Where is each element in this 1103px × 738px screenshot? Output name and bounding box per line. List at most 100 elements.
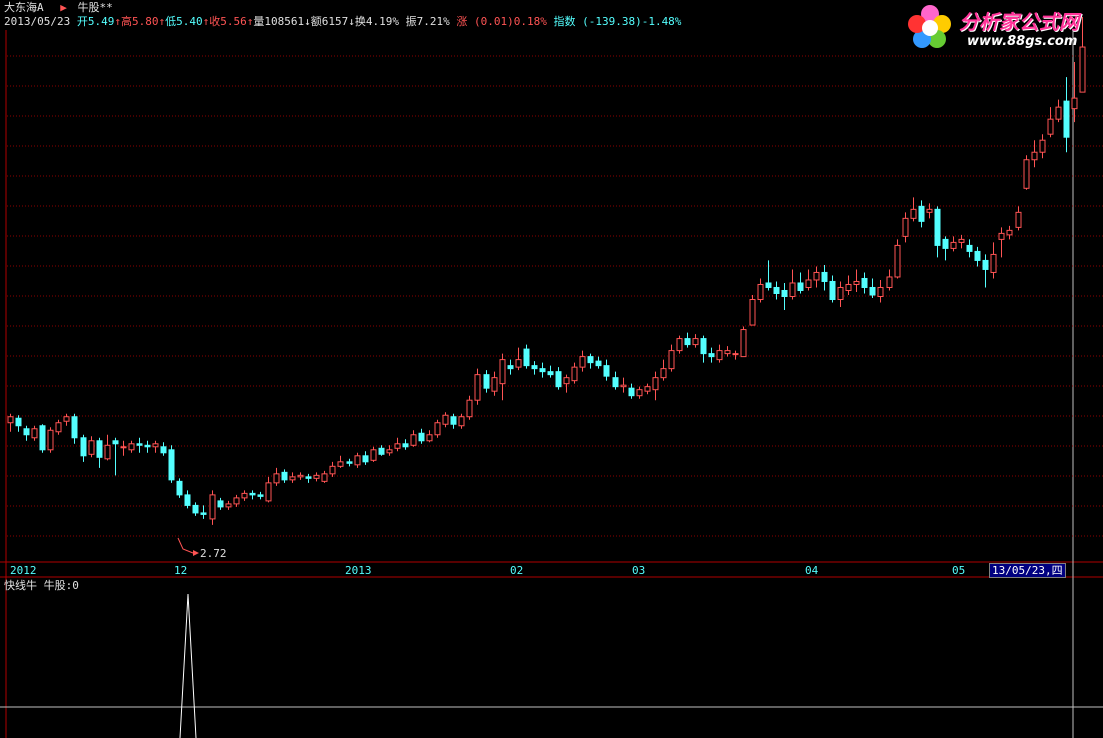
candle[interactable] xyxy=(636,386,643,399)
candle[interactable] xyxy=(402,439,409,450)
candle[interactable] xyxy=(499,353,506,401)
candle[interactable] xyxy=(886,269,893,291)
candle[interactable] xyxy=(483,370,490,393)
candle[interactable] xyxy=(15,415,22,432)
candle[interactable] xyxy=(378,445,385,456)
candle[interactable] xyxy=(1023,155,1030,190)
candle[interactable] xyxy=(612,371,619,390)
candle[interactable] xyxy=(418,428,425,444)
candle[interactable] xyxy=(112,437,119,476)
candle[interactable] xyxy=(708,347,715,363)
candle[interactable] xyxy=(789,269,796,300)
candle[interactable] xyxy=(426,430,433,443)
candle[interactable] xyxy=(491,371,498,396)
candle[interactable] xyxy=(225,500,232,510)
candle-series[interactable] xyxy=(7,16,1086,525)
candle[interactable] xyxy=(982,254,989,288)
candle[interactable] xyxy=(902,212,909,243)
candle[interactable] xyxy=(31,425,38,441)
candle[interactable] xyxy=(934,206,941,258)
candle[interactable] xyxy=(740,326,747,358)
candle[interactable] xyxy=(144,440,151,453)
candle[interactable] xyxy=(515,347,522,371)
candle[interactable] xyxy=(55,419,62,435)
candle[interactable] xyxy=(394,437,401,452)
candle[interactable] xyxy=(354,452,361,468)
candle[interactable] xyxy=(595,356,602,369)
candle[interactable] xyxy=(362,451,369,465)
candle[interactable] xyxy=(434,419,441,438)
candle[interactable] xyxy=(281,469,288,483)
candle[interactable] xyxy=(692,334,699,348)
candle[interactable] xyxy=(386,445,393,456)
candle[interactable] xyxy=(273,467,280,486)
candle[interactable] xyxy=(853,269,860,292)
candle[interactable] xyxy=(128,440,135,453)
candle[interactable] xyxy=(297,472,304,480)
candle[interactable] xyxy=(845,275,852,295)
candle[interactable] xyxy=(757,278,764,303)
candle[interactable] xyxy=(958,234,965,249)
candle[interactable] xyxy=(1006,225,1013,240)
candle[interactable] xyxy=(466,395,473,420)
candle[interactable] xyxy=(88,436,95,458)
candle[interactable] xyxy=(821,264,828,291)
candle[interactable] xyxy=(200,505,207,519)
candle[interactable] xyxy=(644,383,651,395)
candle[interactable] xyxy=(1055,99,1062,123)
candle[interactable] xyxy=(39,424,46,453)
candle[interactable] xyxy=(974,246,981,267)
candle[interactable] xyxy=(410,430,417,447)
candle[interactable] xyxy=(337,455,344,468)
candle[interactable] xyxy=(1063,77,1070,153)
candle[interactable] xyxy=(765,260,772,291)
candle[interactable] xyxy=(209,490,216,525)
candle[interactable] xyxy=(676,335,683,354)
candle[interactable] xyxy=(732,350,739,360)
candle[interactable] xyxy=(990,242,997,279)
candle[interactable] xyxy=(47,427,54,453)
candle[interactable] xyxy=(1031,140,1038,168)
candle[interactable] xyxy=(700,335,707,363)
candle[interactable] xyxy=(152,440,159,453)
candle[interactable] xyxy=(660,359,667,381)
candle[interactable] xyxy=(136,437,143,453)
candle[interactable] xyxy=(571,362,578,384)
candle[interactable] xyxy=(998,227,1005,258)
candle[interactable] xyxy=(1039,134,1046,159)
candle[interactable] xyxy=(781,282,788,311)
candle[interactable] xyxy=(289,472,296,483)
candle[interactable] xyxy=(805,269,812,291)
candle[interactable] xyxy=(71,413,78,444)
candle[interactable] xyxy=(474,368,481,405)
candle[interactable] xyxy=(877,279,884,303)
candle[interactable] xyxy=(668,344,675,372)
candle[interactable] xyxy=(716,344,723,363)
candle[interactable] xyxy=(265,476,272,503)
candle[interactable] xyxy=(869,278,876,299)
candle[interactable] xyxy=(249,490,256,500)
candle[interactable] xyxy=(652,371,659,401)
candle[interactable] xyxy=(749,295,756,326)
candle[interactable] xyxy=(241,490,248,501)
candle[interactable] xyxy=(120,440,127,456)
candle[interactable] xyxy=(507,359,514,375)
candle[interactable] xyxy=(233,494,240,507)
candle[interactable] xyxy=(1015,206,1022,231)
candle[interactable] xyxy=(603,359,610,381)
candle[interactable] xyxy=(168,445,175,483)
candle[interactable] xyxy=(547,365,554,378)
candle[interactable] xyxy=(192,502,199,516)
candle[interactable] xyxy=(813,266,820,288)
candle[interactable] xyxy=(620,377,627,393)
candle[interactable] xyxy=(80,434,87,462)
candle[interactable] xyxy=(160,442,167,456)
candle[interactable] xyxy=(539,362,546,378)
candle[interactable] xyxy=(257,491,264,500)
chart-canvas[interactable]: 2.72 xyxy=(0,0,1103,738)
candle[interactable] xyxy=(184,490,191,509)
candle[interactable] xyxy=(531,361,538,375)
candle[interactable] xyxy=(7,413,14,432)
candle[interactable] xyxy=(724,346,731,357)
candle[interactable] xyxy=(563,374,570,393)
